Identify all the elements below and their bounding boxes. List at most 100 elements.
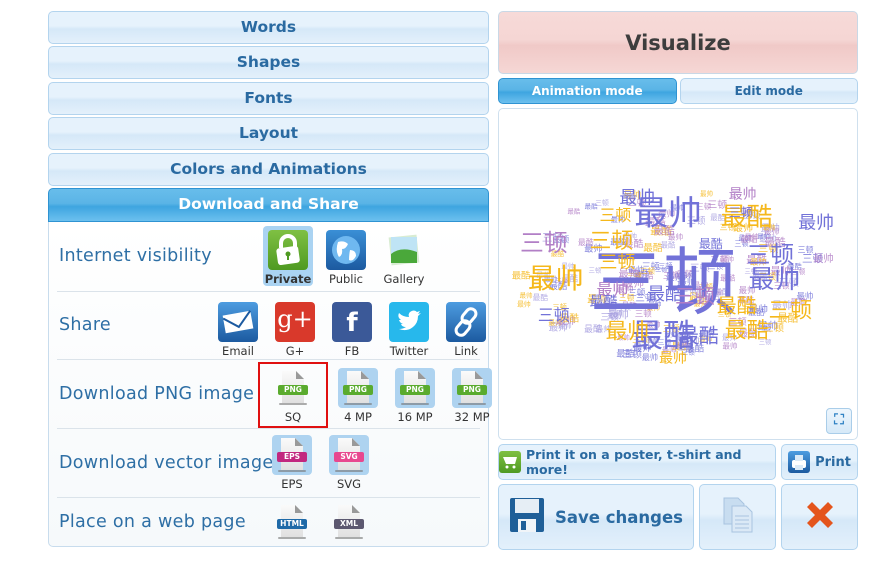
cloud-word: 最帅	[813, 252, 833, 265]
google-plus-icon: g+	[275, 301, 315, 342]
png-file-icon: PNG	[273, 368, 313, 408]
png-4mp-label: 4 MP	[344, 409, 372, 424]
share-facebook-label: FB	[344, 343, 360, 358]
xml-file-icon: XML	[329, 502, 369, 542]
download-png-sq-button[interactable]: PNG SQ	[258, 361, 328, 428]
right-panel: Visualize Animation mode Edit mode 最酷 最酷三…	[498, 11, 858, 550]
download-eps-button[interactable]: EPS EPS	[267, 433, 317, 491]
facebook-icon: f	[332, 301, 372, 342]
cloud-word: 三顿	[768, 299, 812, 324]
share-label: Share	[59, 315, 112, 336]
cloud-word: 最酷	[717, 295, 757, 318]
web-label: Place on a web page	[59, 511, 246, 532]
cloud-word: 三顿	[590, 229, 634, 254]
globe-icon	[326, 229, 366, 270]
share-google-plus-label: G+	[285, 343, 305, 358]
delete-button[interactable]	[781, 484, 858, 550]
word-cloud: 最酷最酷三顿最酷三顿三顿最酷三顿最帅三顿最酷最帅三顿最帅最帅三顿三顿最帅三顿最酷…	[512, 186, 834, 366]
tab-edit-mode[interactable]: Edit mode	[679, 78, 858, 104]
accordion-download-share[interactable]: Download and Share	[48, 187, 489, 222]
share-link-button[interactable]: Link	[441, 298, 491, 358]
accordion-words[interactable]: Words	[48, 11, 489, 44]
copy-icon	[720, 496, 756, 538]
twitter-icon	[389, 301, 429, 342]
shopping-cart-icon	[499, 451, 521, 473]
fullscreen-button[interactable]: ⛶	[826, 408, 852, 434]
cloud-word: 最酷	[567, 207, 580, 216]
floppy-disk-icon	[509, 497, 545, 537]
download-png-4mp-button[interactable]: PNG 4 MP	[333, 362, 383, 428]
cloud-word: 三顿	[729, 205, 753, 219]
share-email-label: Email	[222, 343, 254, 358]
cloud-word: 三顿	[520, 229, 568, 257]
cloud-word: 最帅	[528, 262, 584, 295]
share-row: Share Email g+ G+ f FB Twitter Link	[57, 292, 486, 360]
png-row: Download PNG image PNG SQ PNG 4 MP PNG 1…	[57, 360, 492, 429]
close-icon	[802, 497, 838, 537]
png-file-icon: PNG	[452, 367, 492, 408]
embed-xml-button[interactable]: XML	[324, 500, 374, 542]
download-png-16mp-button[interactable]: PNG 16 MP	[390, 362, 440, 428]
visibility-private-option[interactable]: Private	[263, 225, 313, 286]
visibility-gallery-label: Gallery	[383, 271, 425, 286]
share-facebook-button[interactable]: f FB	[327, 298, 377, 358]
word-cloud-canvas[interactable]: 最酷 最酷 三顿 最酷 三顿 三顿 最酷 三顿 最帅 三顿 最酷 最帅 三顿 最帅 最帅 三顿 三顿 最帅 三顿 最酷…	[498, 108, 858, 440]
download-svg-button[interactable]: SVG SVG	[324, 433, 374, 491]
visibility-private-label: Private	[264, 271, 312, 286]
cloud-word: 最帅	[744, 232, 758, 241]
accordion-layout[interactable]: Layout	[48, 117, 489, 151]
accordion-colors-animations[interactable]: Colors and Animations	[48, 152, 489, 186]
eps-file-icon: EPS	[272, 434, 312, 475]
visibility-gallery-option[interactable]: Gallery	[379, 226, 429, 286]
cloud-word: 最帅	[749, 265, 801, 295]
visibility-row: Internet visibility Private Public Galle…	[57, 222, 480, 292]
print-poster-label: Print it on a poster, t-shirt and more!	[526, 447, 742, 477]
share-google-plus-button[interactable]: g+ G+	[270, 298, 320, 358]
cloud-word: 三顿	[797, 245, 813, 255]
print-label: Print	[815, 454, 851, 470]
cloud-word: 三顿	[599, 252, 635, 273]
svg-label: SVG	[336, 476, 362, 491]
save-changes-label: Save changes	[555, 507, 683, 527]
print-poster-button[interactable]: Print it on a poster, t-shirt and more!	[498, 444, 776, 480]
cloud-word: 三顿	[675, 285, 715, 308]
web-row: Place on a web page HTML XML	[57, 498, 480, 546]
share-email-button[interactable]: Email	[213, 298, 263, 358]
share-twitter-button[interactable]: Twitter	[384, 298, 434, 358]
cloud-word: 三顿	[747, 241, 795, 269]
cloud-word: 最酷	[679, 325, 719, 348]
accordion-shapes[interactable]: Shapes	[48, 46, 489, 80]
cloud-word: 三顿	[599, 205, 631, 224]
fullscreen-icon: ⛶	[834, 412, 844, 428]
cloud-word: 最帅	[517, 299, 531, 308]
cloud-word: 最酷	[725, 319, 769, 344]
left-panel: Words Shapes Fonts Layout Colors and Ani…	[48, 11, 492, 547]
link-icon	[446, 301, 486, 342]
cloud-word: 最帅	[605, 320, 649, 345]
cloud-word: 最酷	[590, 294, 618, 310]
download-png-32mp-button[interactable]: PNG 32 MP	[447, 362, 497, 428]
png-sq-label: SQ	[284, 409, 302, 424]
svg-file-icon: SVG	[329, 434, 369, 475]
cloud-word: 最酷	[585, 201, 598, 210]
tab-animation-mode[interactable]: Animation mode	[498, 78, 677, 104]
cloud-word: 最帅	[729, 186, 757, 202]
cloud-word: 最帅	[798, 212, 834, 233]
png-label: Download PNG image	[59, 383, 255, 404]
cloud-word: 最酷	[699, 237, 723, 251]
save-changes-button[interactable]: Save changes	[498, 484, 694, 550]
download-share-panel: Internet visibility Private Public Galle…	[48, 221, 492, 547]
email-icon	[218, 301, 258, 342]
print-button[interactable]: Print	[781, 444, 858, 480]
gallery-icon	[384, 230, 424, 270]
png-file-icon: PNG	[338, 367, 378, 408]
cloud-word: 最帅	[659, 350, 687, 366]
duplicate-button[interactable]	[699, 484, 776, 550]
accordion-fonts[interactable]: Fonts	[48, 81, 489, 115]
printer-icon	[788, 451, 811, 473]
visibility-public-option[interactable]: Public	[321, 226, 371, 286]
html-file-icon: HTML	[272, 502, 312, 542]
embed-html-button[interactable]: HTML	[267, 500, 317, 542]
mode-tabs: Animation mode Edit mode	[498, 78, 858, 104]
visualize-button[interactable]: Visualize	[498, 11, 858, 74]
